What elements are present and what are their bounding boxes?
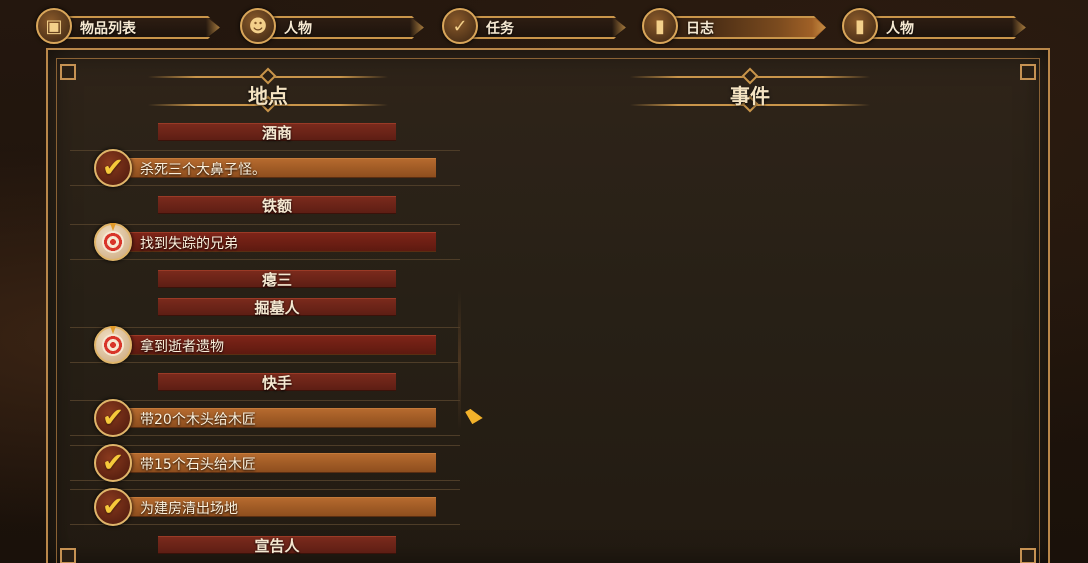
corner-ornament bbox=[60, 64, 76, 80]
quest-text: 带20个木头给木匠 bbox=[140, 412, 256, 428]
location-header[interactable]: 酒商 bbox=[158, 123, 396, 142]
quest-text: 为建房清出场地 bbox=[140, 501, 238, 517]
target-icon bbox=[94, 223, 132, 261]
quest-item[interactable]: 拿到逝者遗物 bbox=[70, 325, 460, 365]
character-portrait-icon: ☻ bbox=[240, 8, 276, 44]
quest-item[interactable]: 找到失踪的兄弟 bbox=[70, 222, 460, 262]
quest-item[interactable]: ✔ 带15个石头给木匠 bbox=[70, 443, 460, 483]
checkmark-icon: ✔ bbox=[94, 444, 132, 482]
top-tab-bar: ▣ 物品列表 ☻ 人物 ✓ 任务 ▮ 日志 ▮ 人物 bbox=[36, 6, 1036, 46]
quest-text: 找到失踪的兄弟 bbox=[140, 236, 238, 252]
location-header[interactable]: 掘墓人 bbox=[158, 298, 396, 317]
journal-book-icon: ▮ bbox=[642, 8, 678, 44]
quest-text: 拿到逝者遗物 bbox=[140, 339, 224, 355]
quest-item[interactable]: ✔ 杀死三个大鼻子怪。 bbox=[70, 148, 460, 188]
location-header[interactable]: 瘪三 bbox=[158, 270, 396, 289]
quest-text: 带15个石头给木匠 bbox=[140, 457, 256, 473]
quest-scroll-icon: ✓ bbox=[442, 8, 478, 44]
location-header[interactable]: 快手 bbox=[158, 373, 396, 392]
tab-label: 任务 bbox=[486, 21, 514, 37]
target-icon bbox=[94, 326, 132, 364]
character-book-icon: ▮ bbox=[842, 8, 878, 44]
bag-icon: ▣ bbox=[36, 8, 72, 44]
checkmark-icon: ✔ bbox=[94, 488, 132, 526]
corner-ornament bbox=[60, 548, 76, 563]
quest-item[interactable]: ✔ 带20个木头给木匠 bbox=[70, 398, 460, 438]
tab-label: 人物 bbox=[284, 21, 312, 37]
tab-label: 物品列表 bbox=[80, 21, 136, 37]
quest-text: 杀死三个大鼻子怪。 bbox=[140, 162, 266, 178]
location-header[interactable]: 宣告人 bbox=[158, 536, 396, 555]
checkmark-icon: ✔ bbox=[94, 399, 132, 437]
event-column-header: 事件 bbox=[630, 66, 870, 114]
checkmark-icon: ✔ bbox=[94, 149, 132, 187]
corner-ornament bbox=[1020, 64, 1036, 80]
location-column-header: 地点 bbox=[148, 66, 388, 114]
corner-ornament bbox=[1020, 548, 1036, 563]
tab-label: 人物 bbox=[886, 21, 914, 37]
quest-item[interactable]: ✔ 为建房清出场地 bbox=[70, 487, 460, 527]
event-title: 事件 bbox=[730, 84, 770, 108]
location-header[interactable]: 铁额 bbox=[158, 196, 396, 215]
tab-label: 日志 bbox=[686, 21, 714, 37]
location-title: 地点 bbox=[248, 84, 288, 108]
